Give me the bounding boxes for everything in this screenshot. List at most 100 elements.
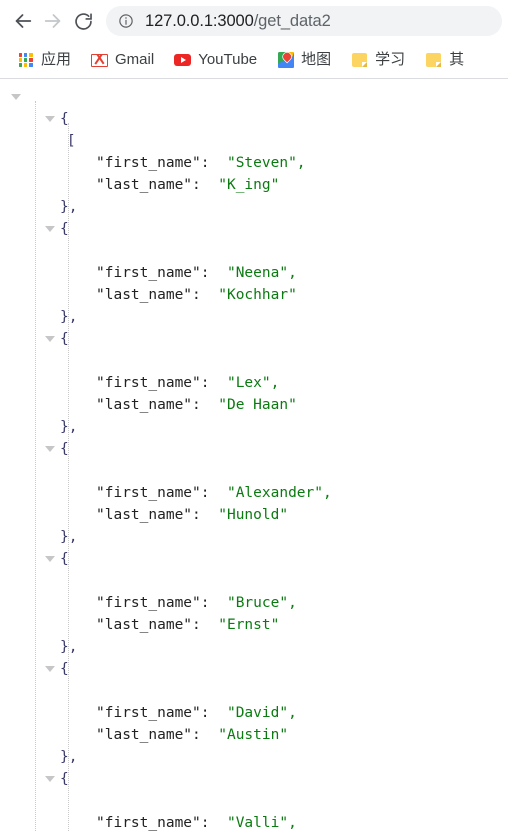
json-property-first-name: "first_name": "Alexander", [0, 485, 332, 501]
json-key-last-name: "last_name" [96, 287, 193, 303]
json-brace-open: { [60, 111, 69, 127]
json-colon: : [192, 507, 219, 523]
bookmark-apps[interactable]: 应用 [9, 47, 79, 73]
bookmark-folder-study[interactable]: 学习 [343, 47, 413, 73]
json-content-viewer[interactable]: [ { "first_name": "Steven", "last_name": … [0, 79, 508, 831]
json-value-first-name: "Bruce", [226, 595, 297, 611]
json-property-last-name: "last_name": "K_ing" [0, 177, 279, 193]
collapse-triangle-object[interactable] [45, 446, 55, 452]
json-brace-close: }, [60, 419, 78, 435]
json-line-object-open: { [0, 328, 508, 350]
arrow-left-icon [12, 10, 34, 32]
json-line-property-first-name: "first_name": "David", [0, 702, 508, 724]
json-key-first-name: "first_name" [96, 485, 201, 501]
json-line-property-last-name: "last_name": "Austin" [0, 724, 508, 746]
collapse-triangle-root[interactable] [11, 94, 21, 100]
json-colon: : [192, 287, 219, 303]
json-value-last-name: "Austin" [218, 727, 289, 743]
address-bar-url: 127.0.0.1:3000/get_data2 [145, 6, 331, 36]
json-value-first-name: "David", [226, 705, 297, 721]
json-colon: : [192, 617, 219, 633]
json-value-first-name: "Valli", [226, 815, 297, 831]
json-line-property-last-name: "last_name": "De Haan" [0, 394, 508, 416]
json-line-spacer [0, 130, 508, 152]
browser-chrome: 127.0.0.1:3000/get_data2 应用 Gmail YouTub… [0, 0, 508, 79]
collapse-triangle-object[interactable] [45, 556, 55, 562]
json-value-first-name: "Alexander", [226, 485, 332, 501]
json-value-first-name: "Lex", [226, 375, 280, 391]
bookmark-label: 其 [449, 51, 465, 68]
json-line-object-open: { [0, 108, 508, 130]
json-key-last-name: "last_name" [96, 507, 193, 523]
bookmarks-bar: 应用 Gmail YouTube 地图 学习 其 [0, 42, 508, 78]
json-colon: : [200, 485, 227, 501]
json-key-first-name: "first_name" [96, 595, 201, 611]
json-line-object-open: { [0, 768, 508, 790]
bookmark-youtube[interactable]: YouTube [166, 47, 265, 73]
json-key-first-name: "first_name" [96, 815, 201, 831]
json-brace-close: }, [60, 749, 78, 765]
bookmark-label: YouTube [198, 51, 258, 68]
json-line-object-close: }, [0, 526, 508, 548]
json-colon: : [192, 727, 219, 743]
json-line-object-close: }, [0, 306, 508, 328]
json-line-property-last-name: "last_name": "Kochhar" [0, 284, 508, 306]
json-key-first-name: "first_name" [96, 375, 201, 391]
folder-icon [425, 52, 442, 69]
json-colon: : [200, 595, 227, 611]
json-key-first-name: "first_name" [96, 265, 201, 281]
json-property-last-name: "last_name": "Kochhar" [0, 287, 297, 303]
bookmark-maps[interactable]: 地图 [269, 47, 339, 73]
json-colon: : [200, 815, 227, 831]
json-property-first-name: "first_name": "David", [0, 705, 297, 721]
address-bar[interactable]: 127.0.0.1:3000/get_data2 [106, 6, 502, 36]
json-line-spacer [0, 570, 508, 592]
navigation-toolbar: 127.0.0.1:3000/get_data2 [0, 0, 508, 42]
apps-grid-icon [17, 52, 34, 69]
json-line-property-first-name: "first_name": "Valli", [0, 812, 508, 831]
json-line-object-close: }, [0, 416, 508, 438]
json-value-last-name: "Ernst" [218, 617, 280, 633]
json-value-last-name: "Kochhar" [218, 287, 297, 303]
json-brace-open: { [60, 551, 69, 567]
bookmark-gmail[interactable]: Gmail [83, 47, 162, 73]
json-brace-open: { [60, 661, 69, 677]
json-colon: : [192, 177, 219, 193]
json-line-object-open: { [0, 218, 508, 240]
json-line-property-first-name: "first_name": "Steven", [0, 152, 508, 174]
json-colon: : [200, 265, 227, 281]
json-value-first-name: "Steven", [226, 155, 306, 171]
json-colon: : [200, 705, 227, 721]
json-line-property-first-name: "first_name": "Neena", [0, 262, 508, 284]
collapse-triangle-object[interactable] [45, 776, 55, 782]
json-line-spacer [0, 240, 508, 262]
collapse-triangle-object[interactable] [45, 226, 55, 232]
json-brace-close: }, [60, 309, 78, 325]
json-line-property-last-name: "last_name": "Ernst" [0, 614, 508, 636]
back-button[interactable] [8, 6, 38, 36]
bookmark-label: 学习 [375, 51, 406, 68]
collapse-triangle-object[interactable] [45, 116, 55, 122]
gmail-icon [91, 52, 109, 69]
collapse-triangle-object[interactable] [45, 666, 55, 672]
json-property-first-name: "first_name": "Steven", [0, 155, 306, 171]
json-line-object-open: { [0, 658, 508, 680]
forward-button [38, 6, 68, 36]
json-key-last-name: "last_name" [96, 727, 193, 743]
json-value-first-name: "Neena", [226, 265, 297, 281]
json-line-object-close: }, [0, 746, 508, 768]
json-property-last-name: "last_name": "Hunold" [0, 507, 288, 523]
json-line-property-first-name: "first_name": "Lex", [0, 372, 508, 394]
collapse-triangle-object[interactable] [45, 336, 55, 342]
bookmark-folder-other[interactable]: 其 [417, 47, 472, 73]
page-info-icon[interactable] [117, 13, 134, 30]
json-key-first-name: "first_name" [96, 155, 201, 171]
bookmark-label: 地图 [301, 51, 332, 68]
json-property-first-name: "first_name": "Lex", [0, 375, 279, 391]
reload-button[interactable] [68, 6, 98, 36]
json-line-object-close: }, [0, 196, 508, 218]
url-path: /get_data2 [253, 12, 331, 30]
json-line-property-last-name: "last_name": "Hunold" [0, 504, 508, 526]
json-value-last-name: "K_ing" [218, 177, 280, 193]
json-line-spacer [0, 460, 508, 482]
